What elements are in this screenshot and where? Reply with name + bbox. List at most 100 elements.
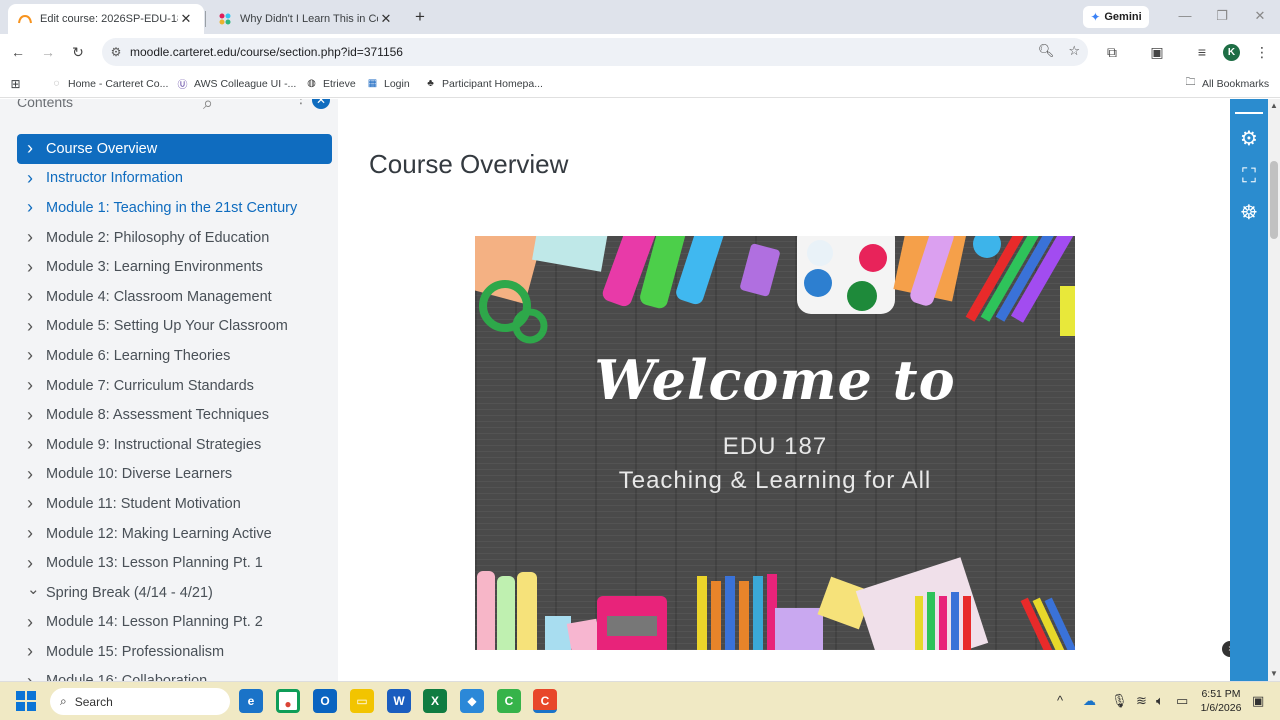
new-tab-button[interactable]: + — [410, 7, 430, 27]
course-index-item[interactable]: ⌄ Spring Break (4/14 - 4/21) — [17, 578, 332, 608]
extensions-icon[interactable]: ⧉ — [1102, 42, 1122, 62]
chevron-right-icon[interactable]: › — [27, 612, 46, 633]
chevron-right-icon[interactable]: › — [27, 138, 46, 159]
bookmark-etrieve[interactable]: ◍ Etrieve — [305, 77, 356, 90]
scroll-down-icon[interactable]: ▼ — [1270, 669, 1278, 678]
cast-icon[interactable]: ▣ — [1147, 42, 1167, 62]
banner-course-name: Teaching & Learning for All — [618, 467, 932, 494]
windows-start-icon[interactable] — [16, 691, 36, 711]
address-bar[interactable]: ⚙ moodle.carteret.edu/course/section.php… — [102, 38, 1088, 66]
reload-icon[interactable]: ↻ — [68, 42, 88, 62]
close-drawer-icon[interactable]: ✕ — [312, 99, 330, 109]
close-icon[interactable]: ✕ — [378, 11, 394, 27]
chevron-right-icon[interactable]: › — [27, 493, 46, 514]
site-info-icon[interactable]: ⚙ — [102, 45, 130, 59]
bookmark-login[interactable]: ▦ Login — [366, 77, 410, 90]
course-index-item[interactable]: › Module 9: Instructional Strategies — [17, 430, 332, 460]
course-index-item[interactable]: › Module 12: Making Learning Active — [17, 519, 332, 549]
scrollbar-thumb[interactable] — [1270, 161, 1278, 239]
chevron-right-icon[interactable]: › — [27, 375, 46, 396]
brain-icon[interactable]: ☸ — [1238, 202, 1260, 224]
zoom-icon[interactable]: 🔍︎ — [1038, 43, 1055, 59]
course-index-item[interactable]: › Module 6: Learning Theories — [17, 341, 332, 371]
menu-kebab-icon[interactable]: ⋮ — [1252, 42, 1272, 62]
course-index-item[interactable]: ›Module 16: Collaboration — [17, 667, 332, 681]
tab-why-didnt-i-learn[interactable]: Why Didn't I Learn This in College ✕ — [208, 4, 404, 34]
course-index-item[interactable]: › Module 15: Professionalism — [17, 637, 332, 667]
tab-edit-course[interactable]: Edit course: 2026SP-EDU-187-II ✕ — [8, 4, 204, 34]
gear-icon[interactable]: ⚙ — [1238, 128, 1260, 150]
url-text[interactable]: moodle.carteret.edu/course/section.php?i… — [130, 45, 403, 59]
taskbar-search[interactable]: ⌕ Search — [50, 688, 230, 715]
course-index-item[interactable]: › Module 8: Assessment Techniques — [17, 400, 332, 430]
sitemap-icon[interactable]: ⛶ — [1238, 165, 1260, 187]
minimize-icon[interactable]: — — [1175, 8, 1195, 23]
excel-icon[interactable]: X — [423, 689, 447, 713]
course-index-item[interactable]: › Module 1: Teaching in the 21st Century — [17, 193, 332, 223]
chevron-right-icon[interactable]: › — [27, 197, 46, 218]
search-icon[interactable]: ⌕ — [203, 99, 213, 114]
volume-icon[interactable]: 🔈︎ — [1156, 693, 1164, 709]
forward-arrow-icon[interactable]: → — [38, 42, 58, 62]
profile-avatar[interactable]: K — [1223, 44, 1240, 61]
taskbar-search-label: Search — [74, 694, 113, 709]
course-index-item[interactable]: › Module 13: Lesson Planning Pt. 1 — [17, 548, 332, 578]
colleague-icon: Ⓤ — [177, 80, 188, 91]
back-arrow-icon[interactable]: ← — [8, 42, 28, 62]
notification-icon[interactable]: ▣ — [1252, 693, 1264, 709]
cloud-icon[interactable]: ☁ — [1083, 693, 1096, 709]
chevron-down-icon[interactable]: ⌄ — [27, 580, 46, 598]
camtasia-green-icon[interactable]: C — [497, 689, 521, 713]
course-index-item[interactable]: › Module 14: Lesson Planning Pt. 2 — [17, 608, 332, 638]
chevron-right-icon[interactable]: › — [27, 227, 46, 248]
word-icon[interactable]: W — [387, 689, 411, 713]
page-scrollbar[interactable]: ▲ ▼ — [1268, 99, 1280, 681]
chevron-right-icon[interactable]: › — [27, 257, 46, 278]
clock-time: 6:51 PM — [1201, 688, 1241, 700]
course-index-item[interactable]: › Module 4: Classroom Management — [17, 282, 332, 312]
chevron-right-icon[interactable]: › — [27, 168, 46, 189]
course-index-item[interactable]: › Module 2: Philosophy of Education — [17, 223, 332, 253]
bookmark-participant-homepage[interactable]: ♣ Participant Homepa... — [424, 77, 543, 90]
chevron-right-icon[interactable]: › — [27, 434, 46, 455]
window-close-icon[interactable]: ✕ — [1250, 8, 1270, 24]
chevron-up-icon[interactable]: ^ — [1057, 693, 1063, 708]
chevron-right-icon[interactable]: › — [27, 464, 46, 485]
all-bookmarks[interactable]: 🗀 All Bookmarks — [1184, 77, 1270, 90]
file-explorer-icon[interactable]: ▭ — [350, 689, 374, 713]
battery-icon[interactable]: ▭ — [1176, 693, 1188, 709]
app-icon[interactable]: ◆ — [460, 689, 484, 713]
course-index-item[interactable]: › Module 7: Curriculum Standards — [17, 371, 332, 401]
media-controls-icon[interactable]: ≡ — [1192, 42, 1212, 62]
bookmark-home-carteret[interactable]: ◌ Home - Carteret Co... — [50, 77, 169, 90]
apps-grid-icon[interactable]: ⊞ — [9, 77, 22, 91]
chevron-right-icon[interactable]: › — [27, 316, 46, 337]
gemini-button[interactable]: ✦ Gemini — [1083, 6, 1149, 28]
chevron-right-icon[interactable]: › — [27, 345, 46, 366]
scroll-up-icon[interactable]: ▲ — [1270, 101, 1278, 110]
wifi-icon[interactable]: ≋ — [1136, 693, 1147, 709]
bookmark-star-icon[interactable]: ☆ — [1068, 43, 1080, 59]
course-index-item[interactable]: › Instructor Information — [17, 164, 332, 194]
chevron-right-icon[interactable]: › — [27, 641, 46, 662]
restore-icon[interactable]: ❐ — [1212, 8, 1232, 24]
course-index-item[interactable]: › Module 11: Student Motivation — [17, 489, 332, 519]
microphone-icon[interactable]: 🎙︎ — [1111, 693, 1128, 709]
chevron-right-icon[interactable]: › — [27, 553, 46, 574]
course-index-item[interactable]: › Module 3: Learning Environments — [17, 252, 332, 282]
camtasia-recorder-icon[interactable]: C — [533, 689, 557, 713]
course-index-item[interactable]: › Module 10: Diverse Learners — [17, 460, 332, 490]
course-index-item[interactable]: › Course Overview — [17, 134, 332, 164]
bookmark-aws-colleague[interactable]: Ⓤ AWS Colleague UI -... — [176, 77, 297, 92]
system-clock[interactable]: 6:51 PM 1/6/2026 — [1196, 687, 1246, 715]
outlook-icon[interactable]: O — [313, 689, 337, 713]
chevron-right-icon[interactable]: › — [27, 523, 46, 544]
chevron-right-icon[interactable]: › — [27, 286, 46, 307]
course-index-item[interactable]: › Module 5: Setting Up Your Classroom — [17, 312, 332, 342]
drawer-menu-icon[interactable]: ⋮ — [294, 99, 308, 105]
chevron-right-icon[interactable]: › — [27, 405, 46, 426]
chrome-icon[interactable]: ● — [276, 689, 300, 713]
edge-icon[interactable]: e — [239, 689, 263, 713]
close-icon[interactable]: ✕ — [178, 11, 194, 27]
chevron-right-icon[interactable]: › — [27, 671, 46, 681]
